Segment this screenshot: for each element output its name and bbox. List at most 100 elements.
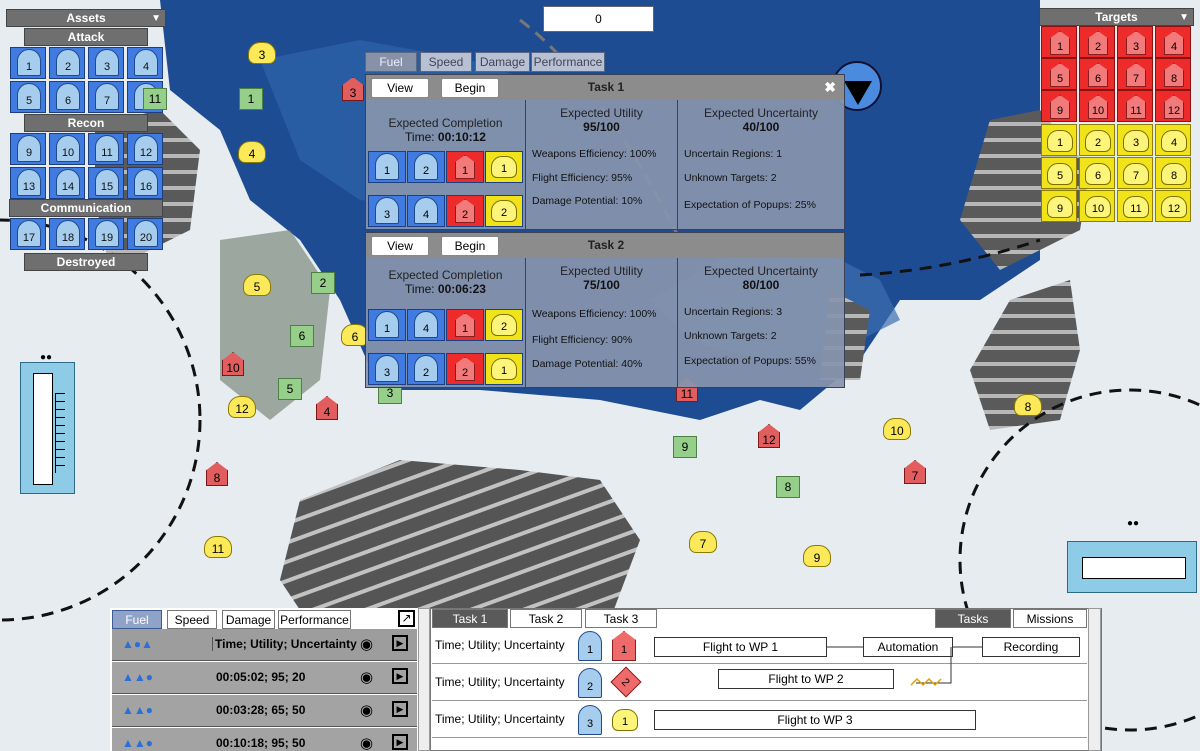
asset-summary-row[interactable]: ▲▲● 00:05:02; 95; 20 ◉ ▶ (112, 662, 417, 694)
tab-task[interactable]: Task 2 (510, 609, 582, 628)
task-slot[interactable]: 4 (407, 309, 445, 341)
view-button[interactable]: View (371, 236, 429, 256)
begin-button[interactable]: Begin (441, 78, 499, 98)
target-tile[interactable]: 11 (1117, 90, 1153, 122)
tab-missions[interactable]: Missions (1013, 609, 1087, 628)
target-tile[interactable]: 12 (1155, 90, 1191, 122)
asset-tile[interactable]: 14 (49, 167, 85, 199)
asset-tile[interactable]: 10 (49, 133, 85, 165)
map-marker-yellow[interactable]: 11 (204, 536, 232, 558)
tab-damage[interactable]: Damage (222, 610, 275, 629)
map-marker-yellow[interactable]: 10 (883, 418, 911, 440)
view-button[interactable]: View (371, 78, 429, 98)
asset-tile[interactable]: 5 (10, 81, 46, 113)
flight-wp3-box[interactable]: Flight to WP 3 (654, 710, 976, 730)
task-slot[interactable]: 3 (368, 195, 406, 227)
asset-summary-row[interactable]: ▲▲● 00:03:28; 65; 50 ◉ ▶ (112, 695, 417, 727)
tab-speed[interactable]: Speed (167, 610, 217, 629)
tab-damage[interactable]: Damage (475, 52, 530, 72)
play-icon[interactable]: ▶ (392, 701, 408, 717)
task-slot[interactable]: 1 (485, 353, 523, 385)
map-marker-green[interactable]: 2 (311, 272, 335, 294)
eye-icon[interactable]: ◉ (360, 668, 373, 686)
asset-tile[interactable]: 2 (49, 47, 85, 79)
tab-speed[interactable]: Speed (420, 52, 472, 72)
asset-tile[interactable]: 19 (88, 218, 124, 250)
target-tile[interactable]: 5 (1041, 157, 1077, 189)
tab-fuel[interactable]: Fuel (112, 610, 162, 629)
task-slot[interactable]: 2 (407, 353, 445, 385)
map-marker-yellow[interactable]: 4 (238, 141, 266, 163)
map-marker-yellow[interactable]: 8 (1014, 394, 1042, 416)
target-tile[interactable]: 12 (1155, 190, 1191, 222)
tab-tasks[interactable]: Tasks (935, 609, 1011, 628)
asset-tile[interactable]: 9 (10, 133, 46, 165)
asset-tile[interactable]: 6 (49, 81, 85, 113)
map-marker-yellow[interactable]: 7 (689, 531, 717, 553)
tab-fuel[interactable]: Fuel (365, 52, 417, 72)
target-tile[interactable]: 6 (1079, 157, 1115, 189)
task-slot[interactable]: 2 (407, 151, 445, 183)
eye-icon[interactable]: ◉ (360, 701, 373, 719)
task-slot[interactable]: 1 (446, 151, 484, 183)
chevron-down-icon[interactable]: ▼ (1179, 9, 1189, 26)
play-icon[interactable]: ▶ (392, 734, 408, 750)
scrollbar[interactable] (418, 608, 430, 751)
target-tile[interactable]: 3 (1117, 124, 1153, 156)
target-tile[interactable]: 1 (1041, 26, 1077, 58)
asset-tile[interactable]: 15 (88, 167, 124, 199)
eye-icon[interactable]: ◉ (360, 734, 373, 751)
map-marker-green[interactable]: 11 (143, 88, 167, 110)
targets-header[interactable]: Targets ▼ (1039, 8, 1194, 26)
task-slot[interactable]: 4 (407, 195, 445, 227)
tab-task[interactable]: Task 3 (585, 609, 657, 628)
recording-box[interactable]: Recording (982, 637, 1080, 657)
asset-tile[interactable]: 3 (88, 47, 124, 79)
map-marker-green[interactable]: 6 (290, 325, 314, 347)
begin-button[interactable]: Begin (441, 236, 499, 256)
task-slot[interactable]: 1 (368, 151, 406, 183)
play-icon[interactable]: ▶ (392, 668, 408, 684)
target-tile[interactable]: 8 (1155, 157, 1191, 189)
asset-tile[interactable]: 7 (88, 81, 124, 113)
asset-summary-header[interactable]: ▲●▲ Time; Utility; Uncertainty ◉ ▶ (112, 629, 417, 661)
asset-tile[interactable]: 17 (10, 218, 46, 250)
tab-performance[interactable]: Performance (531, 52, 605, 72)
target-tile[interactable]: 4 (1155, 124, 1191, 156)
target-tile[interactable]: 11 (1117, 190, 1153, 222)
asset-tile[interactable]: 13 (10, 167, 46, 199)
asset-tile[interactable]: 16 (127, 167, 163, 199)
target-tile[interactable]: 1 (1041, 124, 1077, 156)
task-slot[interactable]: 2 (446, 353, 484, 385)
asset-tile[interactable]: 11 (88, 133, 124, 165)
map-marker-green[interactable]: 5 (278, 378, 302, 400)
target-tile[interactable]: 7 (1117, 157, 1153, 189)
target-tile[interactable]: 2 (1079, 26, 1115, 58)
target-tile[interactable]: 5 (1041, 58, 1077, 90)
asset-summary-row[interactable]: ▲▲● 00:10:18; 95; 50 ◉ ▶ (112, 728, 417, 751)
tab-task[interactable]: Task 1 (432, 609, 508, 628)
map-marker-green[interactable]: 8 (776, 476, 800, 498)
map-marker-yellow[interactable]: 9 (803, 545, 831, 567)
asset-tile[interactable]: 4 (127, 47, 163, 79)
map-marker-green[interactable]: 1 (239, 88, 263, 110)
popout-icon[interactable]: ↗ (398, 610, 415, 627)
asset-tile[interactable]: 12 (127, 133, 163, 165)
map-marker-yellow[interactable]: 5 (243, 274, 271, 296)
assets-header[interactable]: Assets ▼ (6, 9, 166, 27)
sensor-gauge-horizontal[interactable] (1067, 541, 1197, 593)
sensor-gauge-vertical[interactable] (20, 362, 75, 494)
play-icon[interactable]: ▶ (392, 635, 408, 651)
target-tile[interactable]: 2 (1079, 124, 1115, 156)
task-slot[interactable]: 2 (485, 195, 523, 227)
close-icon[interactable]: ✖ (824, 79, 836, 96)
target-tile[interactable]: 10 (1079, 190, 1115, 222)
target-tile[interactable]: 3 (1117, 26, 1153, 58)
target-tile[interactable]: 7 (1117, 58, 1153, 90)
target-tile[interactable]: 9 (1041, 190, 1077, 222)
task-slot[interactable]: 2 (446, 195, 484, 227)
task-slot[interactable]: 2 (485, 309, 523, 341)
asset-tile[interactable]: 1 (10, 47, 46, 79)
target-tile[interactable]: 9 (1041, 90, 1077, 122)
map-marker-yellow[interactable]: 12 (228, 396, 256, 418)
